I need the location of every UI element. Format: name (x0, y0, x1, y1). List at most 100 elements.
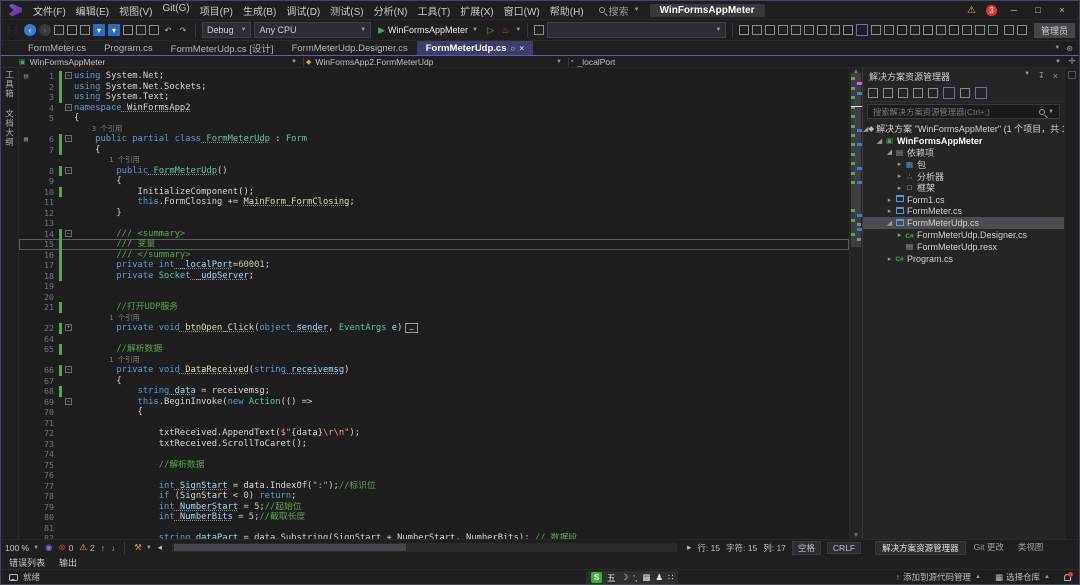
fold-marker[interactable]: − (63, 71, 74, 82)
next-issue-icon[interactable]: ↓ (111, 543, 115, 553)
hscroll-thumb[interactable] (174, 544, 406, 551)
menu-item-视图(V)[interactable]: 视图(V) (114, 3, 157, 18)
code-line[interactable]: 5{ (19, 113, 849, 124)
menu-item-调试(D)[interactable]: 调试(D) (281, 3, 325, 18)
codelens-row[interactable]: 3 个引用 (19, 124, 849, 135)
tree-item-分析器[interactable]: ▸∴分析器 (863, 170, 1064, 182)
select-repo-button[interactable]: ▦选择仓库▲ (995, 571, 1050, 583)
code-line[interactable]: 20 (19, 292, 849, 303)
code-line[interactable]: 7 { (19, 145, 849, 156)
tree-item-FormMeterUdp.resx[interactable]: ▤FormMeterUdp.resx (863, 241, 1064, 253)
code-line[interactable]: 80 int NumberBits = 5;//截取长度 (19, 512, 849, 523)
fold-box-icon[interactable]: − (65, 230, 72, 237)
space-mode-toggle[interactable]: 空格 (792, 541, 821, 555)
show-all-files-icon[interactable] (975, 87, 987, 99)
tab-list-chevron-icon[interactable]: ▼ (1054, 45, 1060, 51)
column-guide-icon[interactable] (988, 25, 998, 35)
live-share-icon[interactable] (1017, 25, 1027, 35)
platform-combo[interactable]: Any CPU▼ (254, 22, 371, 38)
tab-FormMeter.cs[interactable]: FormMeter.cs (19, 41, 95, 55)
select-pointer-icon[interactable] (897, 25, 907, 35)
expand-arrow-icon[interactable]: ▸ (895, 172, 904, 180)
fold-box-icon[interactable]: − (65, 72, 72, 79)
diff-window-icon[interactable] (817, 25, 827, 35)
code-line[interactable]: 17 private int _localPort=60001; (19, 260, 849, 271)
code-line[interactable]: 13 (19, 218, 849, 229)
save-all-icon[interactable]: ▾ (108, 24, 120, 36)
split-window-button[interactable]: ✛ (1065, 56, 1079, 67)
panel-tab-Git 更改[interactable]: Git 更改 (968, 541, 1010, 555)
code-line[interactable]: 74 (19, 449, 849, 460)
fold-box-icon[interactable]: − (65, 398, 72, 405)
undo-icon[interactable]: ↶ (162, 24, 174, 36)
code-line[interactable]: 78 if (SignStart < 0) return; (19, 491, 849, 502)
fold-box-icon[interactable]: − (65, 104, 72, 111)
zoom-select[interactable]: 100 %▼ (5, 543, 39, 553)
code-line[interactable]: 66− private void DataReceived(string rec… (19, 365, 849, 376)
tree-item-依赖项[interactable]: ◢▤依赖项 (863, 147, 1064, 159)
code-line[interactable]: 65 //解析数据 (19, 344, 849, 355)
codelens-row[interactable]: 1 个引用 (19, 155, 849, 166)
notifications-bell-icon[interactable] (1064, 574, 1071, 581)
code-braces-icon[interactable] (884, 25, 894, 35)
sync-selection-icon[interactable] (868, 88, 878, 98)
fold-marker[interactable]: − (63, 134, 74, 145)
prev-issue-icon[interactable]: ↑ (101, 543, 105, 553)
expand-arrow-icon[interactable]: ▸ (895, 184, 904, 192)
hscroll-left-icon[interactable]: ◂ (158, 542, 162, 553)
code-cleanup-icon[interactable]: ⚒▼ (134, 542, 152, 553)
code-line[interactable]: 4−namespace WinFormsApp2 (19, 103, 849, 114)
dock-tab-工具箱[interactable]: 工具箱 (4, 70, 16, 99)
feedback-bubble-icon[interactable] (9, 574, 18, 581)
save-icon[interactable]: ▾ (93, 24, 105, 36)
code-line[interactable]: 3using System.Text; (19, 92, 849, 103)
expand-arrow-icon[interactable]: ◢ (875, 137, 884, 145)
code-line[interactable]: 72 txtReceived.AppendText($"{data}\r\n")… (19, 428, 849, 439)
code-line[interactable]: 22+ private void btnOpen_Click(object se… (19, 323, 849, 334)
menu-item-窗口(W)[interactable]: 窗口(W) (499, 3, 545, 18)
tab-Program.cs[interactable]: Program.cs (95, 41, 162, 55)
toolbar-grip[interactable]: ⋮⋮ (5, 26, 19, 35)
breadcrumb-member[interactable]: ▪ _localPort▼ (571, 57, 1065, 67)
tree-item-WinFormsAppMeter[interactable]: ◢▣WinFormsAppMeter (863, 135, 1064, 147)
nav-forward-icon[interactable]: › (39, 24, 51, 36)
collapse-all-icon[interactable] (913, 88, 923, 98)
tree-item-FormMeter.cs[interactable]: ▸FormMeter.cs (863, 206, 1064, 218)
breadcrumb-project[interactable]: ▣ WinFormsAppMeter▼ (19, 57, 301, 67)
code-line[interactable]: 10 InitializeComponent(); (19, 187, 849, 198)
code-line[interactable]: 21 //打开UDP服务 (19, 302, 849, 313)
indent-increase-icon[interactable] (949, 25, 959, 35)
expand-arrow-icon[interactable]: ◢ (885, 219, 894, 227)
fold-marker[interactable]: + (63, 323, 74, 334)
tab-FormMeterUdp.cs[interactable]: FormMeterUdp.cs○× (417, 41, 533, 55)
code-line[interactable]: 12 } (19, 208, 849, 219)
tree-item-框架[interactable]: ▸□框架 (863, 182, 1064, 194)
cut-icon[interactable] (123, 25, 133, 35)
preview-selected-icon[interactable] (943, 87, 955, 99)
start-without-debug-icon[interactable]: ▷ (485, 24, 497, 36)
properties-page-icon[interactable] (928, 88, 938, 98)
navigate-scope-icon[interactable] (871, 25, 881, 35)
panel-tab-类视图[interactable]: 类视图 (1012, 541, 1050, 555)
hscroll-right-icon[interactable]: ▸ (687, 542, 691, 553)
menu-item-文件(F)[interactable]: 文件(F) (28, 3, 71, 18)
ime-grid-icon[interactable]: ∷ (668, 572, 673, 583)
wrench-icon[interactable] (960, 88, 970, 98)
ime-mode-label[interactable]: 五 (607, 572, 616, 584)
codelens-references[interactable]: 1 个引用 (74, 155, 140, 164)
minimize-editor-icon[interactable] (843, 25, 853, 35)
sync-active-document-icon[interactable] (898, 88, 908, 98)
tab-FormMeterUdp.Designer.cs[interactable]: FormMeterUdp.Designer.cs (283, 41, 417, 55)
copy-icon[interactable] (136, 25, 146, 35)
pin-icon[interactable]: ↧ (1038, 71, 1045, 81)
fold-box-icon[interactable]: + (65, 324, 72, 331)
fold-marker[interactable]: − (63, 397, 74, 408)
ime-keyboard-icon[interactable]: ▦ (642, 572, 650, 583)
preview-window-icon[interactable] (804, 25, 814, 35)
menu-item-生成(B)[interactable]: 生成(B) (238, 3, 281, 18)
menu-item-帮助(H)[interactable]: 帮助(H) (545, 3, 589, 18)
code-line[interactable]: 77 int SignStart = data.IndexOf(":");//标… (19, 481, 849, 492)
debug-config-combo[interactable]: Debug▼ (202, 22, 251, 38)
menu-item-分析(N)[interactable]: 分析(N) (369, 3, 413, 18)
codelens-row[interactable]: 1 个引用 (19, 313, 849, 324)
